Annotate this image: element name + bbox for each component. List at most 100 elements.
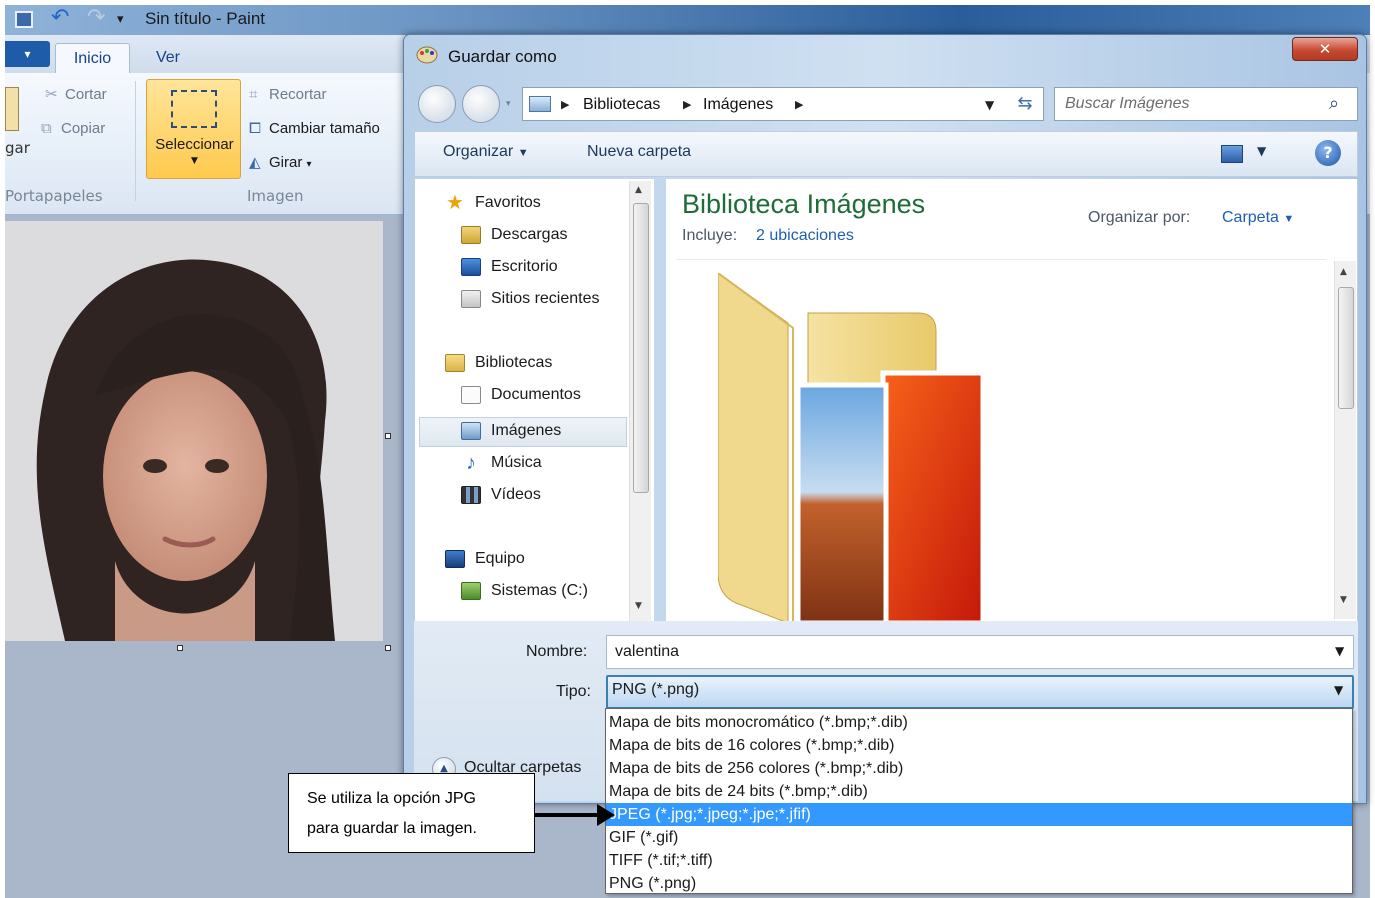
canvas-photo[interactable] <box>5 221 383 641</box>
search-box[interactable]: ⌕ <box>1054 87 1358 121</box>
scroll-down-icon[interactable]: ▼ <box>1340 595 1347 605</box>
select-button[interactable]: Seleccionar ▼ <box>146 79 241 179</box>
sidebar-item-descargas[interactable]: Descargas <box>461 221 567 249</box>
file-type-option[interactable]: TIFF (*.tif;*.tiff) <box>606 849 1352 872</box>
content-scrollbar-thumb[interactable] <box>1338 287 1354 409</box>
includes-label: Incluye: <box>682 227 738 244</box>
downloads-icon <box>461 225 481 244</box>
recent-places-icon <box>461 289 481 308</box>
close-button[interactable]: ✕ <box>1292 37 1358 61</box>
new-folder-button[interactable]: Nueva carpeta <box>587 143 691 161</box>
copy-button[interactable]: ⧉ Copiar <box>41 117 105 141</box>
select-label: Seleccionar <box>155 136 234 153</box>
sidebar-item-label: Favoritos <box>475 194 541 211</box>
save-icon[interactable] <box>15 11 33 28</box>
sidebar-item-label: Equipo <box>475 550 525 567</box>
file-type-option[interactable]: PNG (*.png) <box>606 872 1352 895</box>
filename-combobox[interactable]: ▼ <box>606 635 1354 669</box>
sidebar-item-label: Documentos <box>491 386 581 403</box>
breadcrumb-imagenes[interactable]: Imágenes <box>703 93 773 117</box>
sidebar-item-documentos[interactable]: Documentos <box>461 381 581 409</box>
resize-icon: ⧠ <box>249 120 262 137</box>
scroll-up-icon[interactable]: ▲ <box>1340 267 1347 277</box>
sidebar-item-favoritos[interactable]: ★ Favoritos <box>445 189 541 217</box>
tab-inicio[interactable]: Inicio <box>55 43 130 73</box>
chevron-down-icon: ▾ <box>306 159 312 170</box>
filename-input[interactable] <box>615 641 1315 663</box>
rotate-button[interactable]: ◭ Girar ▾ <box>249 151 312 175</box>
breadcrumb-bibliotecas[interactable]: Bibliotecas <box>583 93 660 117</box>
cut-button[interactable]: ✂ Cortar <box>45 83 107 107</box>
search-icon[interactable]: ⌕ <box>1329 92 1339 116</box>
resize-label: Cambiar tamaño <box>269 120 380 137</box>
paint-menu-button[interactable]: ▾ <box>5 41 50 67</box>
file-type-select[interactable]: PNG (*.png) ▼ <box>606 675 1354 709</box>
scroll-down-icon[interactable]: ▼ <box>635 601 642 611</box>
scroll-up-icon[interactable]: ▲ <box>635 185 642 195</box>
content-scrollbar[interactable]: ▲ ▼ <box>1334 261 1356 619</box>
file-type-option[interactable]: Mapa de bits de 256 colores (*.bmp;*.dib… <box>606 757 1352 780</box>
resize-handle-bottom[interactable] <box>177 645 183 651</box>
quick-access-dropdown-icon[interactable]: ▾ <box>117 11 131 28</box>
help-icon[interactable]: ? <box>1315 140 1341 166</box>
nav-scrollbar[interactable]: ▲ ▼ <box>629 181 651 621</box>
rotate-icon: ◭ <box>249 154 261 171</box>
sidebar-item-label: Sistemas (C:) <box>491 582 588 599</box>
breadcrumb-separator-icon[interactable]: ▶ <box>561 93 569 117</box>
crop-label: Recortar <box>269 86 327 103</box>
file-type-option[interactable]: Mapa de bits de 16 colores (*.bmp;*.dib) <box>606 734 1352 757</box>
file-type-option[interactable]: Mapa de bits monocromático (*.bmp;*.dib) <box>606 711 1352 734</box>
breadcrumb-separator-icon[interactable]: ▶ <box>683 93 691 117</box>
file-type-label: Tipo: <box>556 683 591 700</box>
sidebar-item-bibliotecas[interactable]: Bibliotecas <box>445 349 552 377</box>
paste-button-label[interactable]: gar <box>5 139 30 157</box>
arrange-by-value: Carpeta <box>1222 209 1279 226</box>
arrange-by-dropdown[interactable]: Carpeta ▼ <box>1222 209 1294 227</box>
chevron-down-icon[interactable]: ▼ <box>1335 644 1344 658</box>
address-bar[interactable]: ▶ Bibliotecas ▶ Imágenes ▶ ▼ ⇆ <box>522 87 1044 121</box>
pictures-icon <box>461 421 481 440</box>
crop-button[interactable]: ⌗ Recortar <box>249 83 327 107</box>
resize-handle-right[interactable] <box>385 433 391 439</box>
ribbon-separator <box>135 81 136 201</box>
desktop-icon <box>461 257 481 276</box>
file-type-option[interactable]: Mapa de bits de 24 bits (*.bmp;*.dib) <box>606 780 1352 803</box>
select-rectangle-icon <box>171 90 217 128</box>
sidebar-item-sistemas-c[interactable]: Sistemas (C:) <box>461 577 588 605</box>
file-type-option[interactable]: JPEG (*.jpg;*.jpeg;*.jpe;*.jfif) <box>606 803 1352 826</box>
undo-icon[interactable]: ↶ <box>51 7 71 29</box>
recent-locations-dropdown-icon[interactable]: ▾ <box>506 99 518 109</box>
forward-button[interactable] <box>462 85 500 123</box>
refresh-icon[interactable]: ⇆ <box>1011 92 1039 116</box>
organize-button[interactable]: Organizar ▼ <box>443 143 529 161</box>
sidebar-item-equipo[interactable]: Equipo <box>445 545 525 573</box>
pictures-folder-icon[interactable] <box>718 273 998 621</box>
chevron-down-icon: ▼ <box>1283 213 1295 225</box>
sidebar-item-musica[interactable]: ♪ Música <box>461 449 542 477</box>
computer-icon <box>445 549 465 568</box>
nav-scrollbar-thumb[interactable] <box>633 203 649 493</box>
chevron-down-icon: ▼ <box>517 147 529 159</box>
sidebar-item-sitios-recientes[interactable]: Sitios recientes <box>461 285 600 313</box>
redo-icon[interactable]: ↷ <box>87 7 107 29</box>
search-input[interactable] <box>1065 92 1315 116</box>
back-button[interactable] <box>418 85 456 123</box>
file-type-dropdown-list: Mapa de bits monocromático (*.bmp;*.dib)… <box>605 708 1353 894</box>
tab-ver[interactable]: Ver <box>138 43 198 73</box>
chevron-down-icon[interactable]: ▼ <box>1334 683 1343 697</box>
sidebar-item-escritorio[interactable]: Escritorio <box>461 253 558 281</box>
address-dropdown-icon[interactable]: ▼ <box>985 93 994 117</box>
sidebar-item-label: Vídeos <box>491 486 541 503</box>
paste-icon[interactable] <box>5 87 19 131</box>
view-options-dropdown-icon[interactable]: ▼ <box>1257 144 1266 158</box>
sidebar-item-imagenes[interactable]: Imágenes <box>461 417 561 445</box>
resize-button[interactable]: ⧠ Cambiar tamaño <box>249 117 380 141</box>
includes-locations-link[interactable]: 2 ubicaciones <box>756 227 854 245</box>
resize-handle-corner[interactable] <box>385 645 391 651</box>
sidebar-item-videos[interactable]: Vídeos <box>461 481 541 509</box>
change-view-icon[interactable] <box>1221 145 1243 163</box>
documents-icon <box>461 385 481 404</box>
content-pane: Biblioteca Imágenes Incluye: 2 ubicacion… <box>666 179 1358 621</box>
breadcrumb-separator-icon[interactable]: ▶ <box>795 93 803 117</box>
file-type-option[interactable]: GIF (*.gif) <box>606 826 1352 849</box>
